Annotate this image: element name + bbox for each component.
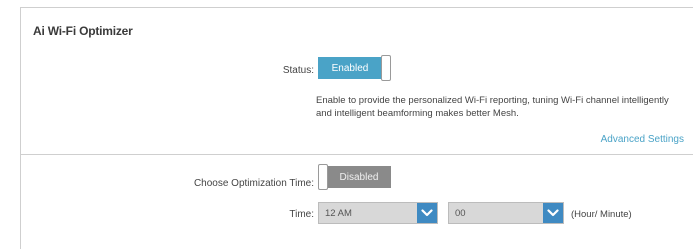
minute-select-value: 00 (455, 207, 466, 219)
panel-left-border (20, 7, 21, 249)
optimization-time-toggle[interactable]: Disabled (318, 164, 391, 190)
status-toggle-knob[interactable] (381, 55, 391, 81)
status-description: Enable to provide the personalized Wi-Fi… (316, 95, 669, 119)
advanced-settings-link[interactable]: Advanced Settings (601, 134, 684, 145)
hour-select-value: 12 AM (325, 207, 352, 219)
minute-dropdown-button[interactable] (543, 203, 563, 223)
optimization-toggle-knob[interactable] (318, 164, 328, 190)
section-title: Ai Wi-Fi Optimizer (33, 24, 133, 38)
time-unit-label: (Hour/ Minute) (571, 209, 632, 220)
chevron-down-icon (421, 209, 433, 217)
optimization-time-label: Choose Optimization Time: (193, 178, 314, 189)
status-toggle[interactable]: Enabled (318, 55, 391, 81)
hour-select[interactable]: 12 AM (318, 202, 438, 224)
status-toggle-label: Enabled (318, 57, 382, 79)
optimization-toggle-label: Disabled (327, 166, 391, 188)
minute-select[interactable]: 00 (448, 202, 564, 224)
panel-top-border (20, 7, 693, 8)
status-label: Status: (282, 65, 314, 76)
ai-wifi-optimizer-panel: Ai Wi-Fi Optimizer Status: Enabled Enabl… (0, 0, 693, 249)
chevron-down-icon (547, 209, 559, 217)
section-divider (20, 154, 693, 155)
time-label: Time: (289, 209, 314, 220)
hour-dropdown-button[interactable] (417, 203, 437, 223)
